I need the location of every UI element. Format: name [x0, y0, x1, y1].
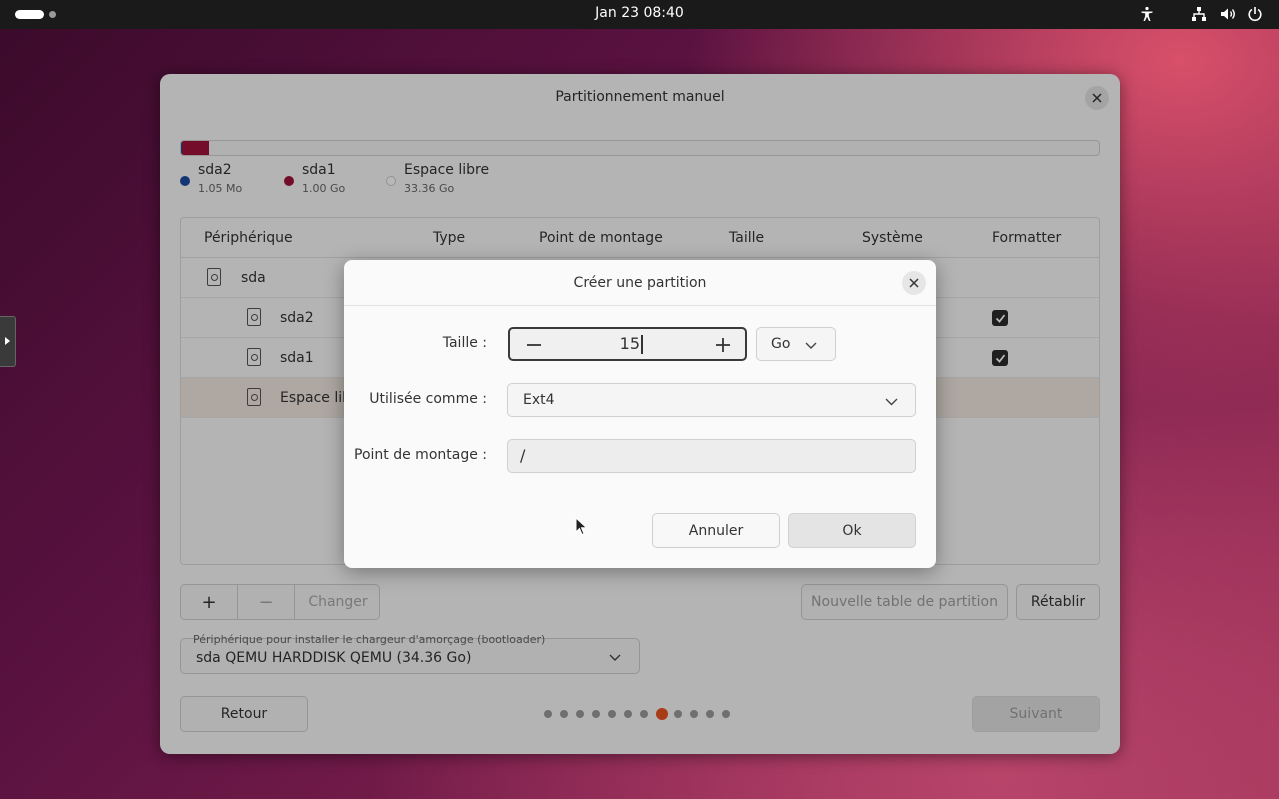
accessibility-icon[interactable] [1138, 5, 1156, 23]
mount-point-label: Point de montage : [354, 447, 487, 463]
increment-button[interactable] [713, 335, 733, 355]
size-stepper[interactable]: 15 [508, 327, 747, 361]
top-bar: Jan 23 08:40 [0, 0, 1279, 29]
size-unit-select[interactable]: Go [756, 327, 836, 361]
size-input[interactable]: 15 [550, 329, 640, 359]
ok-button[interactable]: Ok [788, 513, 916, 548]
close-icon [909, 278, 919, 288]
minus-icon [527, 344, 541, 346]
chevron-down-icon [885, 398, 898, 406]
filesystem-select[interactable]: Ext4 [507, 383, 916, 417]
dock-handle[interactable] [0, 316, 16, 367]
cancel-button[interactable]: Annuler [652, 513, 780, 548]
volume-icon[interactable] [1219, 5, 1237, 23]
chevron-down-icon [805, 342, 817, 349]
dialog-header: Créer une partition [344, 260, 936, 306]
network-icon[interactable] [1190, 5, 1208, 23]
text-caret [641, 335, 643, 354]
power-icon[interactable] [1246, 5, 1264, 23]
mount-point-input[interactable]: / [507, 439, 916, 473]
use-as-label: Utilisée comme : [369, 391, 487, 407]
clock[interactable]: Jan 23 08:40 [0, 0, 1279, 29]
create-partition-dialog: Créer une partition Taille : 15 Go Utili… [344, 260, 936, 568]
size-label: Taille : [442, 335, 487, 351]
dialog-close-button[interactable] [902, 271, 926, 295]
decrement-button[interactable] [524, 335, 544, 355]
mouse-cursor-icon [575, 517, 588, 536]
dialog-title: Créer une partition [573, 275, 707, 291]
plus-icon [716, 338, 730, 352]
